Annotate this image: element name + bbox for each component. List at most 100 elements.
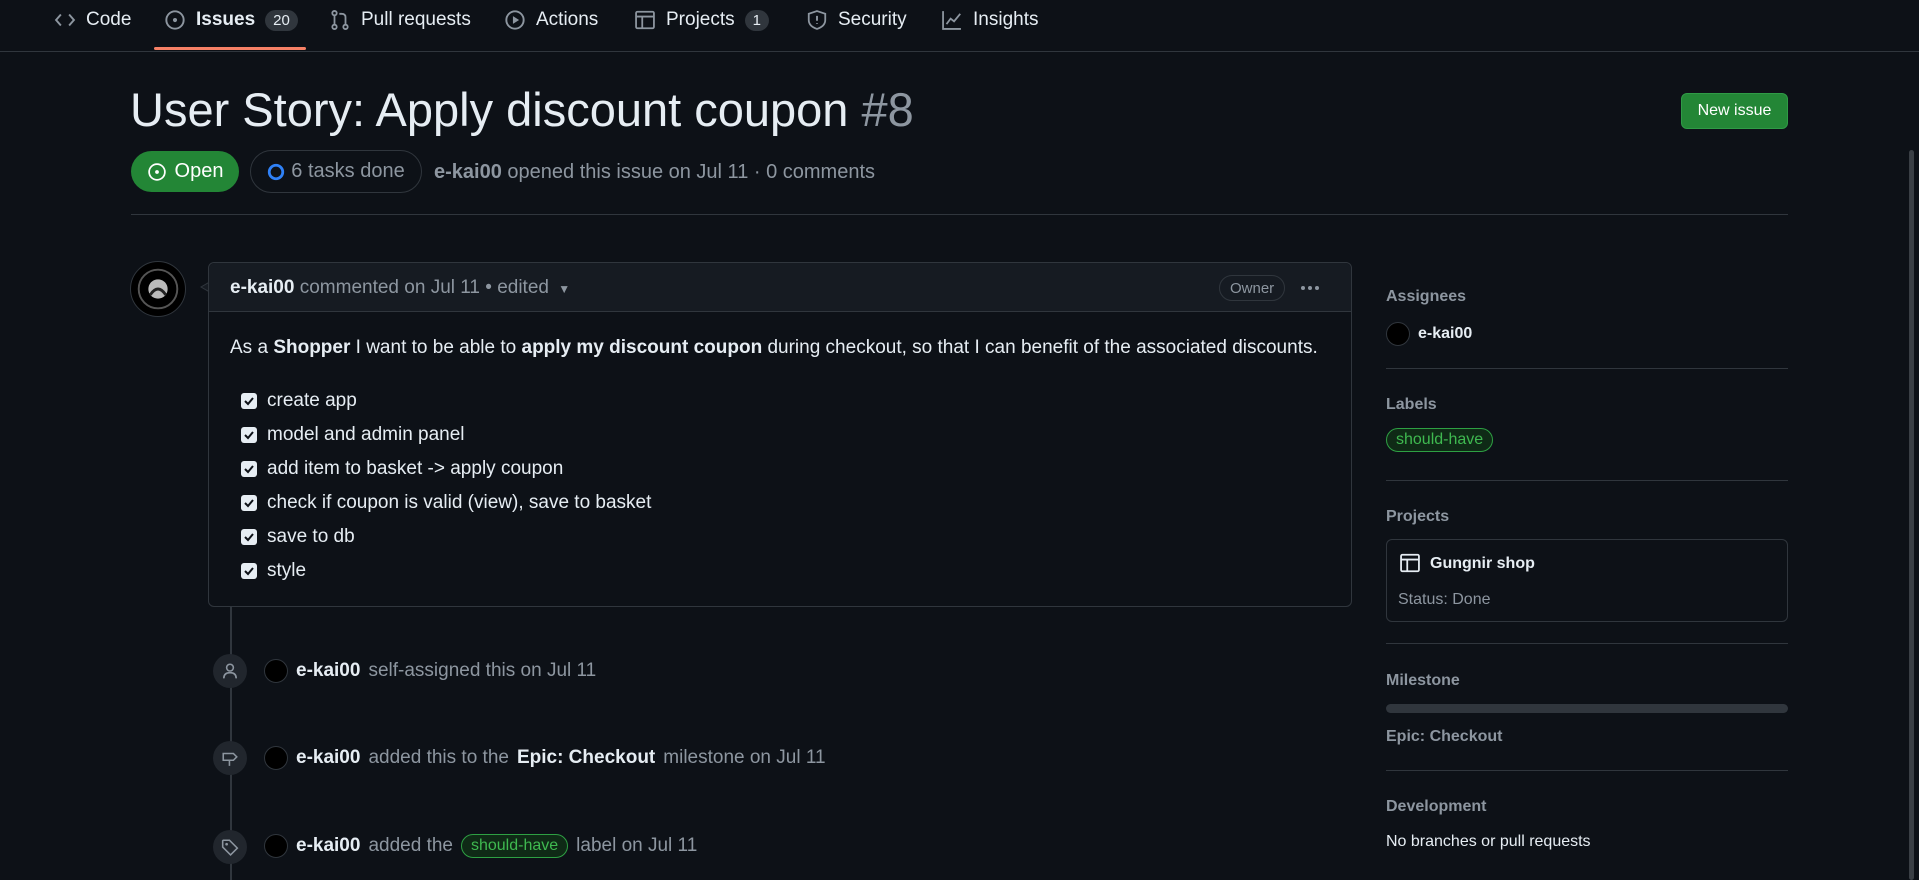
task-label: add item to basket -> apply coupon: [267, 458, 564, 479]
avatar: [1386, 322, 1410, 346]
project-card[interactable]: Gungnir shop Status: Done: [1386, 539, 1788, 622]
timeline-badge: [213, 654, 247, 688]
issue-comment: e-kai00 commented on Jul 11 • edited ▼ O…: [208, 262, 1352, 607]
issue-author-link[interactable]: e-kai00: [434, 161, 502, 183]
tab-issues-label: Issues: [196, 9, 256, 30]
milestone-icon: [222, 752, 238, 766]
task-label: style: [267, 560, 307, 581]
shield-icon: [807, 10, 827, 30]
chevron-down-icon[interactable]: ▼: [558, 282, 570, 296]
table-icon: [1400, 553, 1420, 573]
timeline-event-label: e-kai00 added the should-have label on J…: [264, 834, 697, 858]
label-badge[interactable]: should-have: [460, 834, 569, 858]
event-text: self-assigned this on Jul 11: [368, 660, 597, 681]
play-icon: [505, 10, 525, 30]
body-bold: apply my discount coupon: [521, 337, 763, 358]
task-checkbox[interactable]: [241, 563, 257, 579]
check-icon: [244, 465, 254, 474]
task-checkbox[interactable]: [241, 495, 257, 511]
task-checkbox[interactable]: [241, 393, 257, 409]
progress-circle-icon: [268, 163, 285, 180]
new-issue-button[interactable]: New issue: [1681, 93, 1788, 129]
check-icon: [244, 533, 254, 542]
tab-insights-label: Insights: [973, 9, 1039, 30]
repo-nav: Code Issues 20 Pull requests Actions Pro…: [0, 0, 1919, 52]
comment-meta-text[interactable]: commented on Jul 11 • edited: [300, 277, 549, 298]
tab-code-label: Code: [86, 9, 132, 30]
table-icon: [635, 10, 655, 30]
timeline-badge: [213, 741, 247, 775]
sidebar-divider: [1386, 480, 1788, 481]
tab-pull-requests[interactable]: Pull requests: [329, 0, 471, 40]
comment-body: As a Shopper I want to be able to apply …: [230, 337, 1318, 359]
projects-count: 1: [744, 9, 769, 31]
project-status[interactable]: Status: Done: [1398, 591, 1491, 609]
event-text: milestone on Jul 11: [663, 747, 826, 768]
task-item: model and admin panel: [241, 418, 651, 452]
milestone-link[interactable]: Epic: Checkout: [1386, 728, 1502, 746]
code-icon: [54, 13, 76, 27]
task-checkbox[interactable]: [241, 529, 257, 545]
event-user-link[interactable]: e-kai00: [296, 835, 360, 857]
tasks-progress-label: 6 tasks done: [291, 160, 405, 182]
tab-security[interactable]: Security: [806, 0, 907, 40]
task-item: style: [241, 554, 651, 588]
git-pull-request-icon: [331, 10, 349, 30]
event-text: label on Jul 11: [576, 835, 698, 856]
owner-badge: Owner: [1219, 275, 1286, 301]
tab-code[interactable]: Code: [54, 0, 131, 40]
avatar[interactable]: [264, 659, 288, 683]
check-icon: [244, 499, 254, 508]
body-bold: Shopper: [273, 337, 351, 358]
check-icon: [244, 431, 254, 440]
milestone-heading[interactable]: Milestone: [1386, 672, 1460, 690]
issue-opened-icon: [147, 162, 166, 181]
project-name[interactable]: Gungnir shop: [1430, 555, 1535, 573]
avatar[interactable]: [264, 746, 288, 770]
task-label: model and admin panel: [267, 424, 465, 445]
issue-title: User Story: Apply discount coupon #8: [130, 82, 914, 137]
projects-heading[interactable]: Projects: [1386, 508, 1449, 526]
task-label: check if coupon is valid (view), save to…: [267, 492, 652, 513]
tab-actions-label: Actions: [536, 9, 599, 30]
label-badge[interactable]: should-have: [1386, 428, 1494, 452]
event-text: added this to the: [368, 747, 509, 768]
task-checkbox[interactable]: [241, 461, 257, 477]
milestone-link[interactable]: Epic: Checkout: [517, 747, 655, 769]
tab-issues[interactable]: Issues 20: [164, 0, 298, 40]
labels-heading[interactable]: Labels: [1386, 396, 1437, 414]
avatar[interactable]: [264, 834, 288, 858]
assignees-heading[interactable]: Assignees: [1386, 288, 1466, 306]
assignee-item[interactable]: e-kai00: [1386, 322, 1472, 346]
task-checkbox[interactable]: [241, 427, 257, 443]
event-user-link[interactable]: e-kai00: [296, 660, 360, 682]
task-item: save to db: [241, 520, 651, 554]
tab-security-label: Security: [838, 9, 907, 30]
kebab-menu-icon[interactable]: [1297, 275, 1323, 301]
issue-meta: e-kai00 opened this issue on Jul 11 · 0 …: [434, 161, 875, 184]
avatar-image: [137, 268, 179, 310]
body-text: As a: [230, 337, 274, 358]
tab-insights[interactable]: Insights: [941, 0, 1038, 40]
development-heading[interactable]: Development: [1386, 798, 1486, 816]
tab-actions[interactable]: Actions: [504, 0, 598, 40]
tasks-progress[interactable]: 6 tasks done: [250, 150, 422, 193]
task-label: create app: [267, 390, 357, 411]
timeline-badge: [213, 830, 247, 864]
issues-count: 20: [265, 9, 298, 31]
graph-icon: [942, 11, 961, 30]
tab-projects[interactable]: Projects 1: [634, 0, 769, 40]
timeline-event-assigned: e-kai00 self-assigned this on Jul 11: [264, 659, 596, 683]
task-list: create app model and admin panel add ite…: [241, 384, 651, 588]
task-item: check if coupon is valid (view), save to…: [241, 486, 651, 520]
issue-opened-icon: [165, 10, 185, 30]
avatar[interactable]: [130, 261, 186, 317]
event-user-link[interactable]: e-kai00: [296, 747, 360, 769]
tab-pull-requests-label: Pull requests: [361, 9, 471, 30]
issue-state-label: Open: [174, 160, 224, 182]
sidebar-divider: [1386, 368, 1788, 369]
comment-author-link[interactable]: e-kai00: [230, 277, 294, 298]
active-tab-indicator: [154, 47, 306, 50]
sidebar-label[interactable]: should-have: [1386, 428, 1494, 452]
page-scrollbar[interactable]: [1909, 150, 1914, 880]
